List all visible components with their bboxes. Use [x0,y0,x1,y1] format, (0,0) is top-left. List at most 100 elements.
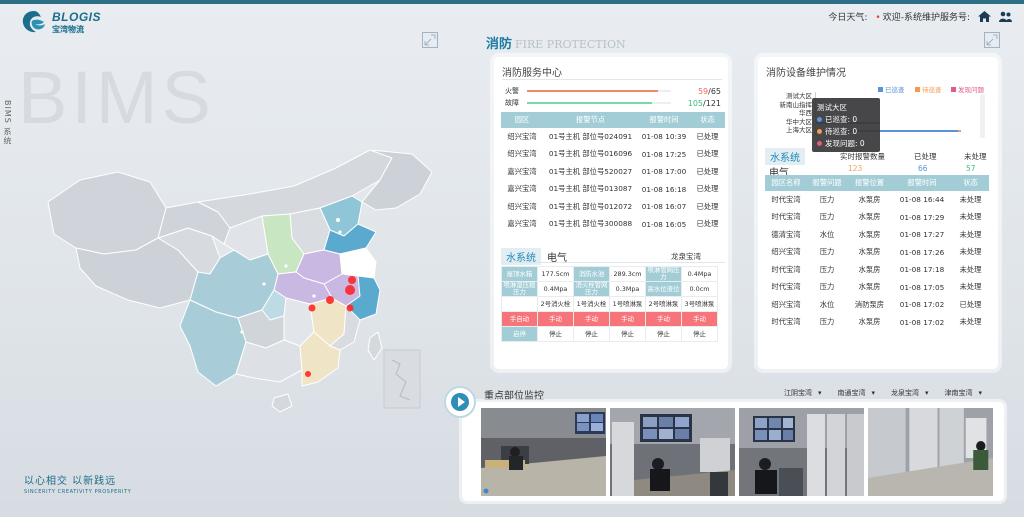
mode-cell[interactable]: 手自动 [501,311,538,327]
grid-cell: 0.4Mpa [681,266,718,282]
table-cell: 水位 [819,299,835,309]
progress-label: 火警 [505,87,519,95]
summary-label: 实时报警数量 [840,152,885,161]
slogan-en: SINCERITY CREATIVITY PROSPERITY [24,489,132,495]
zone-label: 上海大区 [786,126,812,135]
alert-marker [345,285,355,295]
chevron-down-icon: ▾ [871,389,876,397]
region-jiangsu [339,247,377,279]
table-cell: 压力 [819,194,835,204]
col-header: 状态 [952,175,989,191]
table-row[interactable]: 绍兴宝湾 01号主机 部位号016096 01-08 17:25 已处理 [501,146,725,164]
camera-feed-1[interactable] [481,408,606,496]
grid-cell: 停止 [645,326,682,342]
mode-cell[interactable]: 手动 [537,311,574,327]
fire-alarm-progress: 火警 59/65 [505,86,721,96]
table-cell: 水泵房 [858,317,881,327]
weather-label: 今日天气: [828,13,868,23]
tooltip-row: 待巡查: 0 [817,125,875,137]
col-header: 园区名称 [765,175,807,191]
table-row[interactable]: 嘉兴宝湾 01号主机 部位号013087 01-08 16:18 已处理 [501,181,725,199]
table-cell: 未处理 [959,229,982,239]
china-map[interactable] [40,150,440,430]
alert-marker [326,296,334,304]
legend-item: 已巡查 [878,84,905,94]
mode-cell[interactable]: 手动 [681,311,718,327]
col-header: 报警节点 [543,112,638,128]
zone-label: 华西 [799,109,812,118]
summary-value: 123 [848,164,863,173]
table-cell: 水泵房 [858,247,881,257]
region-hainan [271,393,293,413]
site-marker [262,282,266,286]
progress-fill [527,90,659,92]
table-cell: 已处理 [696,219,719,229]
camera-feed-3[interactable] [739,408,864,496]
mode-cell[interactable]: 手动 [645,311,682,327]
table-cell: 压力 [819,264,835,274]
table-cell: 01-08 16:07 [641,202,687,212]
grid-cell: 1号消火栓 [573,296,610,312]
table-row[interactable]: 时代宝湾 压力 水泵房 01-08 16:44 未处理 [765,191,989,209]
table-row[interactable]: 时代宝湾 压力 水泵房 01-08 17:05 未处理 [765,279,989,297]
grid-row: 2号消火栓 1号消火栓 1号喷淋泵 2号喷淋泵 3号喷淋泵 [501,296,718,312]
users-icon[interactable] [999,11,1012,22]
camera-feed-4[interactable] [868,408,993,496]
table-cell: 压力 [819,282,835,292]
home-icon[interactable] [978,11,991,22]
table-cell: 压力 [819,317,835,327]
grid-cell: 停止 [681,326,718,342]
table-cell: 01-08 16:05 [641,219,687,229]
grid-row: 喷淋湿压稳压力 0.4Mpa 消火栓管网压力 0.3Mpa 高水位液位 0.0cm [501,281,718,297]
table-row[interactable]: 绍兴宝湾 01号主机 部位号024091 01-08 10:39 已处理 [501,128,725,146]
tooltip-row: 已巡查: 0 [817,113,875,125]
table-cell: 绍兴宝湾 [507,131,537,141]
expand-map-icon[interactable] [422,32,438,48]
table-cell: 嘉兴宝湾 [507,184,537,194]
table-cell: 水泵房 [858,229,881,239]
table-cell: 嘉兴宝湾 [507,166,537,176]
table-row[interactable]: 绍兴宝湾 压力 水泵房 01-08 17:26 未处理 [765,244,989,262]
summary-label: 未处理 [964,152,987,161]
grid-cell: 消火栓管网压力 [573,281,610,297]
alert-marker [348,276,356,284]
table-row[interactable]: 绍兴宝湾 01号主机 部位号012072 01-08 16:07 已处理 [501,198,725,216]
camera-feed-2[interactable] [610,408,735,496]
table-cell: 水泵房 [858,194,881,204]
table-cell: 时代宝湾 [771,194,801,204]
table-cell: 已处理 [696,166,719,176]
table-row[interactable]: 时代宝湾 压力 水泵房 01-08 17:18 未处理 [765,261,989,279]
video-monitor-title: 重点部位监控 [484,391,544,402]
table-row[interactable]: 嘉兴宝湾 01号主机 部位号520027 01-08 17:00 已处理 [501,163,725,181]
table-row[interactable]: 时代宝湾 压力 水泵房 01-08 17:29 未处理 [765,209,989,227]
zone-label: 测试大区 [786,92,812,100]
location-filter-longquan[interactable]: 龙泉宝湾 ▾ [891,388,929,398]
table-row[interactable]: 嘉兴宝湾 01号主机 部位号300088 01-08 16:05 已处理 [501,216,725,234]
zone-scrollbar[interactable] [980,94,985,138]
table-row[interactable]: 德清宝湾 水位 水泵房 01-08 17:27 未处理 [765,226,989,244]
progress-label: 故障 [505,99,519,107]
table-cell: 未处理 [959,317,982,327]
mode-cell[interactable]: 手动 [573,311,610,327]
location-filter-nantong[interactable]: 南通宝湾 ▾ [838,388,876,398]
table-cell: 时代宝湾 [771,282,801,292]
progress-fill [527,102,653,104]
play-button[interactable] [444,386,476,418]
table-cell: 德清宝湾 [771,229,801,239]
summary-value: 66 [918,164,928,173]
table-cell: 01-08 10:39 [641,132,687,142]
table-row[interactable]: 绍兴宝湾 水位 消防泵房 01-08 17:02 已处理 [765,296,989,314]
location-filter-jinnan[interactable]: 津南宝湾 ▾ [945,388,983,398]
table-cell: 01-08 17:26 [899,247,945,257]
mode-cell[interactable]: 手动 [609,311,646,327]
water-system-grid: 屋顶水箱 177.5cm 消防水池 289.3cm 喷淋管网压力 0.4Mpa 喷淋湿压稳压… [501,266,718,342]
table-row[interactable]: 时代宝湾 压力 水泵房 01-08 17:02 未处理 [765,314,989,332]
site-marker [336,218,340,222]
table-cell: 水泵房 [858,282,881,292]
location-filter-jiangyin[interactable]: 江阴宝湾 ▾ [784,388,822,398]
table-cell: 未处理 [959,264,982,274]
tooltip-title: 测试大区 [817,102,847,112]
expand-fire-icon[interactable] [984,32,1000,48]
table-cell: 未处理 [959,212,982,222]
table-cell: 时代宝湾 [771,317,801,327]
